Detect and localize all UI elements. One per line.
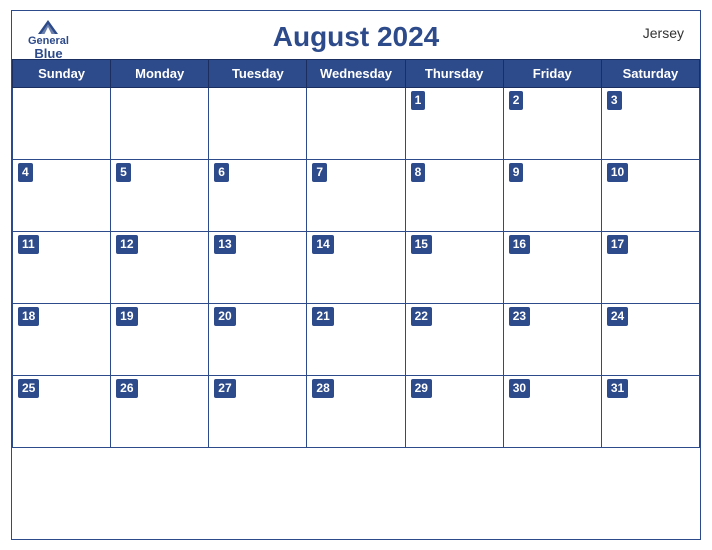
day-cell-12: 12 xyxy=(111,232,209,304)
date-number: 3 xyxy=(607,91,622,110)
calendar-container: General Blue August 2024 Jersey SundayMo… xyxy=(11,10,701,540)
date-number: 11 xyxy=(18,235,39,254)
date-number: 24 xyxy=(607,307,628,326)
day-header-sunday: Sunday xyxy=(13,60,111,88)
date-number: 20 xyxy=(214,307,235,326)
date-number: 4 xyxy=(18,163,33,182)
day-header-thursday: Thursday xyxy=(405,60,503,88)
day-cell-22: 22 xyxy=(405,304,503,376)
date-number: 2 xyxy=(509,91,524,110)
date-number: 26 xyxy=(116,379,137,398)
day-header-row: SundayMondayTuesdayWednesdayThursdayFrid… xyxy=(13,60,700,88)
logo-area: General Blue xyxy=(28,19,69,60)
date-number: 18 xyxy=(18,307,39,326)
day-cell-29: 29 xyxy=(405,376,503,448)
calendar-header: General Blue August 2024 Jersey xyxy=(12,11,700,59)
date-number: 7 xyxy=(312,163,327,182)
logo-icon xyxy=(37,19,59,35)
day-cell-31: 31 xyxy=(601,376,699,448)
date-number: 13 xyxy=(214,235,235,254)
day-cell-26: 26 xyxy=(111,376,209,448)
day-cell-20: 20 xyxy=(209,304,307,376)
empty-cell xyxy=(209,88,307,160)
logo-blue-text: Blue xyxy=(34,47,62,60)
day-cell-24: 24 xyxy=(601,304,699,376)
day-header-saturday: Saturday xyxy=(601,60,699,88)
date-number: 30 xyxy=(509,379,530,398)
day-cell-19: 19 xyxy=(111,304,209,376)
date-number: 1 xyxy=(411,91,426,110)
date-number: 28 xyxy=(312,379,333,398)
week-row-4: 18 19 20 21 22 23 24 xyxy=(13,304,700,376)
empty-cell xyxy=(307,88,405,160)
date-number: 5 xyxy=(116,163,131,182)
day-cell-9: 9 xyxy=(503,160,601,232)
date-number: 21 xyxy=(312,307,333,326)
date-number: 29 xyxy=(411,379,432,398)
date-number: 10 xyxy=(607,163,628,182)
week-row-5: 25 26 27 28 29 30 31 xyxy=(13,376,700,448)
calendar-grid: SundayMondayTuesdayWednesdayThursdayFrid… xyxy=(12,59,700,448)
date-number: 25 xyxy=(18,379,39,398)
day-cell-17: 17 xyxy=(601,232,699,304)
day-cell-2: 2 xyxy=(503,88,601,160)
day-cell-27: 27 xyxy=(209,376,307,448)
day-cell-14: 14 xyxy=(307,232,405,304)
day-cell-1: 1 xyxy=(405,88,503,160)
date-number: 31 xyxy=(607,379,628,398)
date-number: 19 xyxy=(116,307,137,326)
date-number: 8 xyxy=(411,163,426,182)
date-number: 16 xyxy=(509,235,530,254)
day-cell-8: 8 xyxy=(405,160,503,232)
date-number: 15 xyxy=(411,235,432,254)
day-cell-4: 4 xyxy=(13,160,111,232)
day-cell-25: 25 xyxy=(13,376,111,448)
day-cell-15: 15 xyxy=(405,232,503,304)
region-label: Jersey xyxy=(643,25,684,41)
day-cell-10: 10 xyxy=(601,160,699,232)
day-header-friday: Friday xyxy=(503,60,601,88)
day-header-monday: Monday xyxy=(111,60,209,88)
day-cell-28: 28 xyxy=(307,376,405,448)
date-number: 6 xyxy=(214,163,229,182)
week-row-2: 4 5 6 7 8 9 10 xyxy=(13,160,700,232)
day-cell-11: 11 xyxy=(13,232,111,304)
calendar-title: August 2024 xyxy=(273,21,440,53)
day-cell-5: 5 xyxy=(111,160,209,232)
day-cell-13: 13 xyxy=(209,232,307,304)
week-row-3: 11 12 13 14 15 16 17 xyxy=(13,232,700,304)
day-cell-6: 6 xyxy=(209,160,307,232)
date-number: 27 xyxy=(214,379,235,398)
empty-cell xyxy=(111,88,209,160)
date-number: 12 xyxy=(116,235,137,254)
day-cell-23: 23 xyxy=(503,304,601,376)
day-cell-18: 18 xyxy=(13,304,111,376)
day-cell-30: 30 xyxy=(503,376,601,448)
date-number: 9 xyxy=(509,163,524,182)
day-cell-3: 3 xyxy=(601,88,699,160)
day-cell-21: 21 xyxy=(307,304,405,376)
empty-cell xyxy=(13,88,111,160)
date-number: 17 xyxy=(607,235,628,254)
day-cell-16: 16 xyxy=(503,232,601,304)
date-number: 14 xyxy=(312,235,333,254)
date-number: 22 xyxy=(411,307,432,326)
week-row-1: 1 2 3 xyxy=(13,88,700,160)
date-number: 23 xyxy=(509,307,530,326)
day-header-wednesday: Wednesday xyxy=(307,60,405,88)
day-cell-7: 7 xyxy=(307,160,405,232)
day-header-tuesday: Tuesday xyxy=(209,60,307,88)
